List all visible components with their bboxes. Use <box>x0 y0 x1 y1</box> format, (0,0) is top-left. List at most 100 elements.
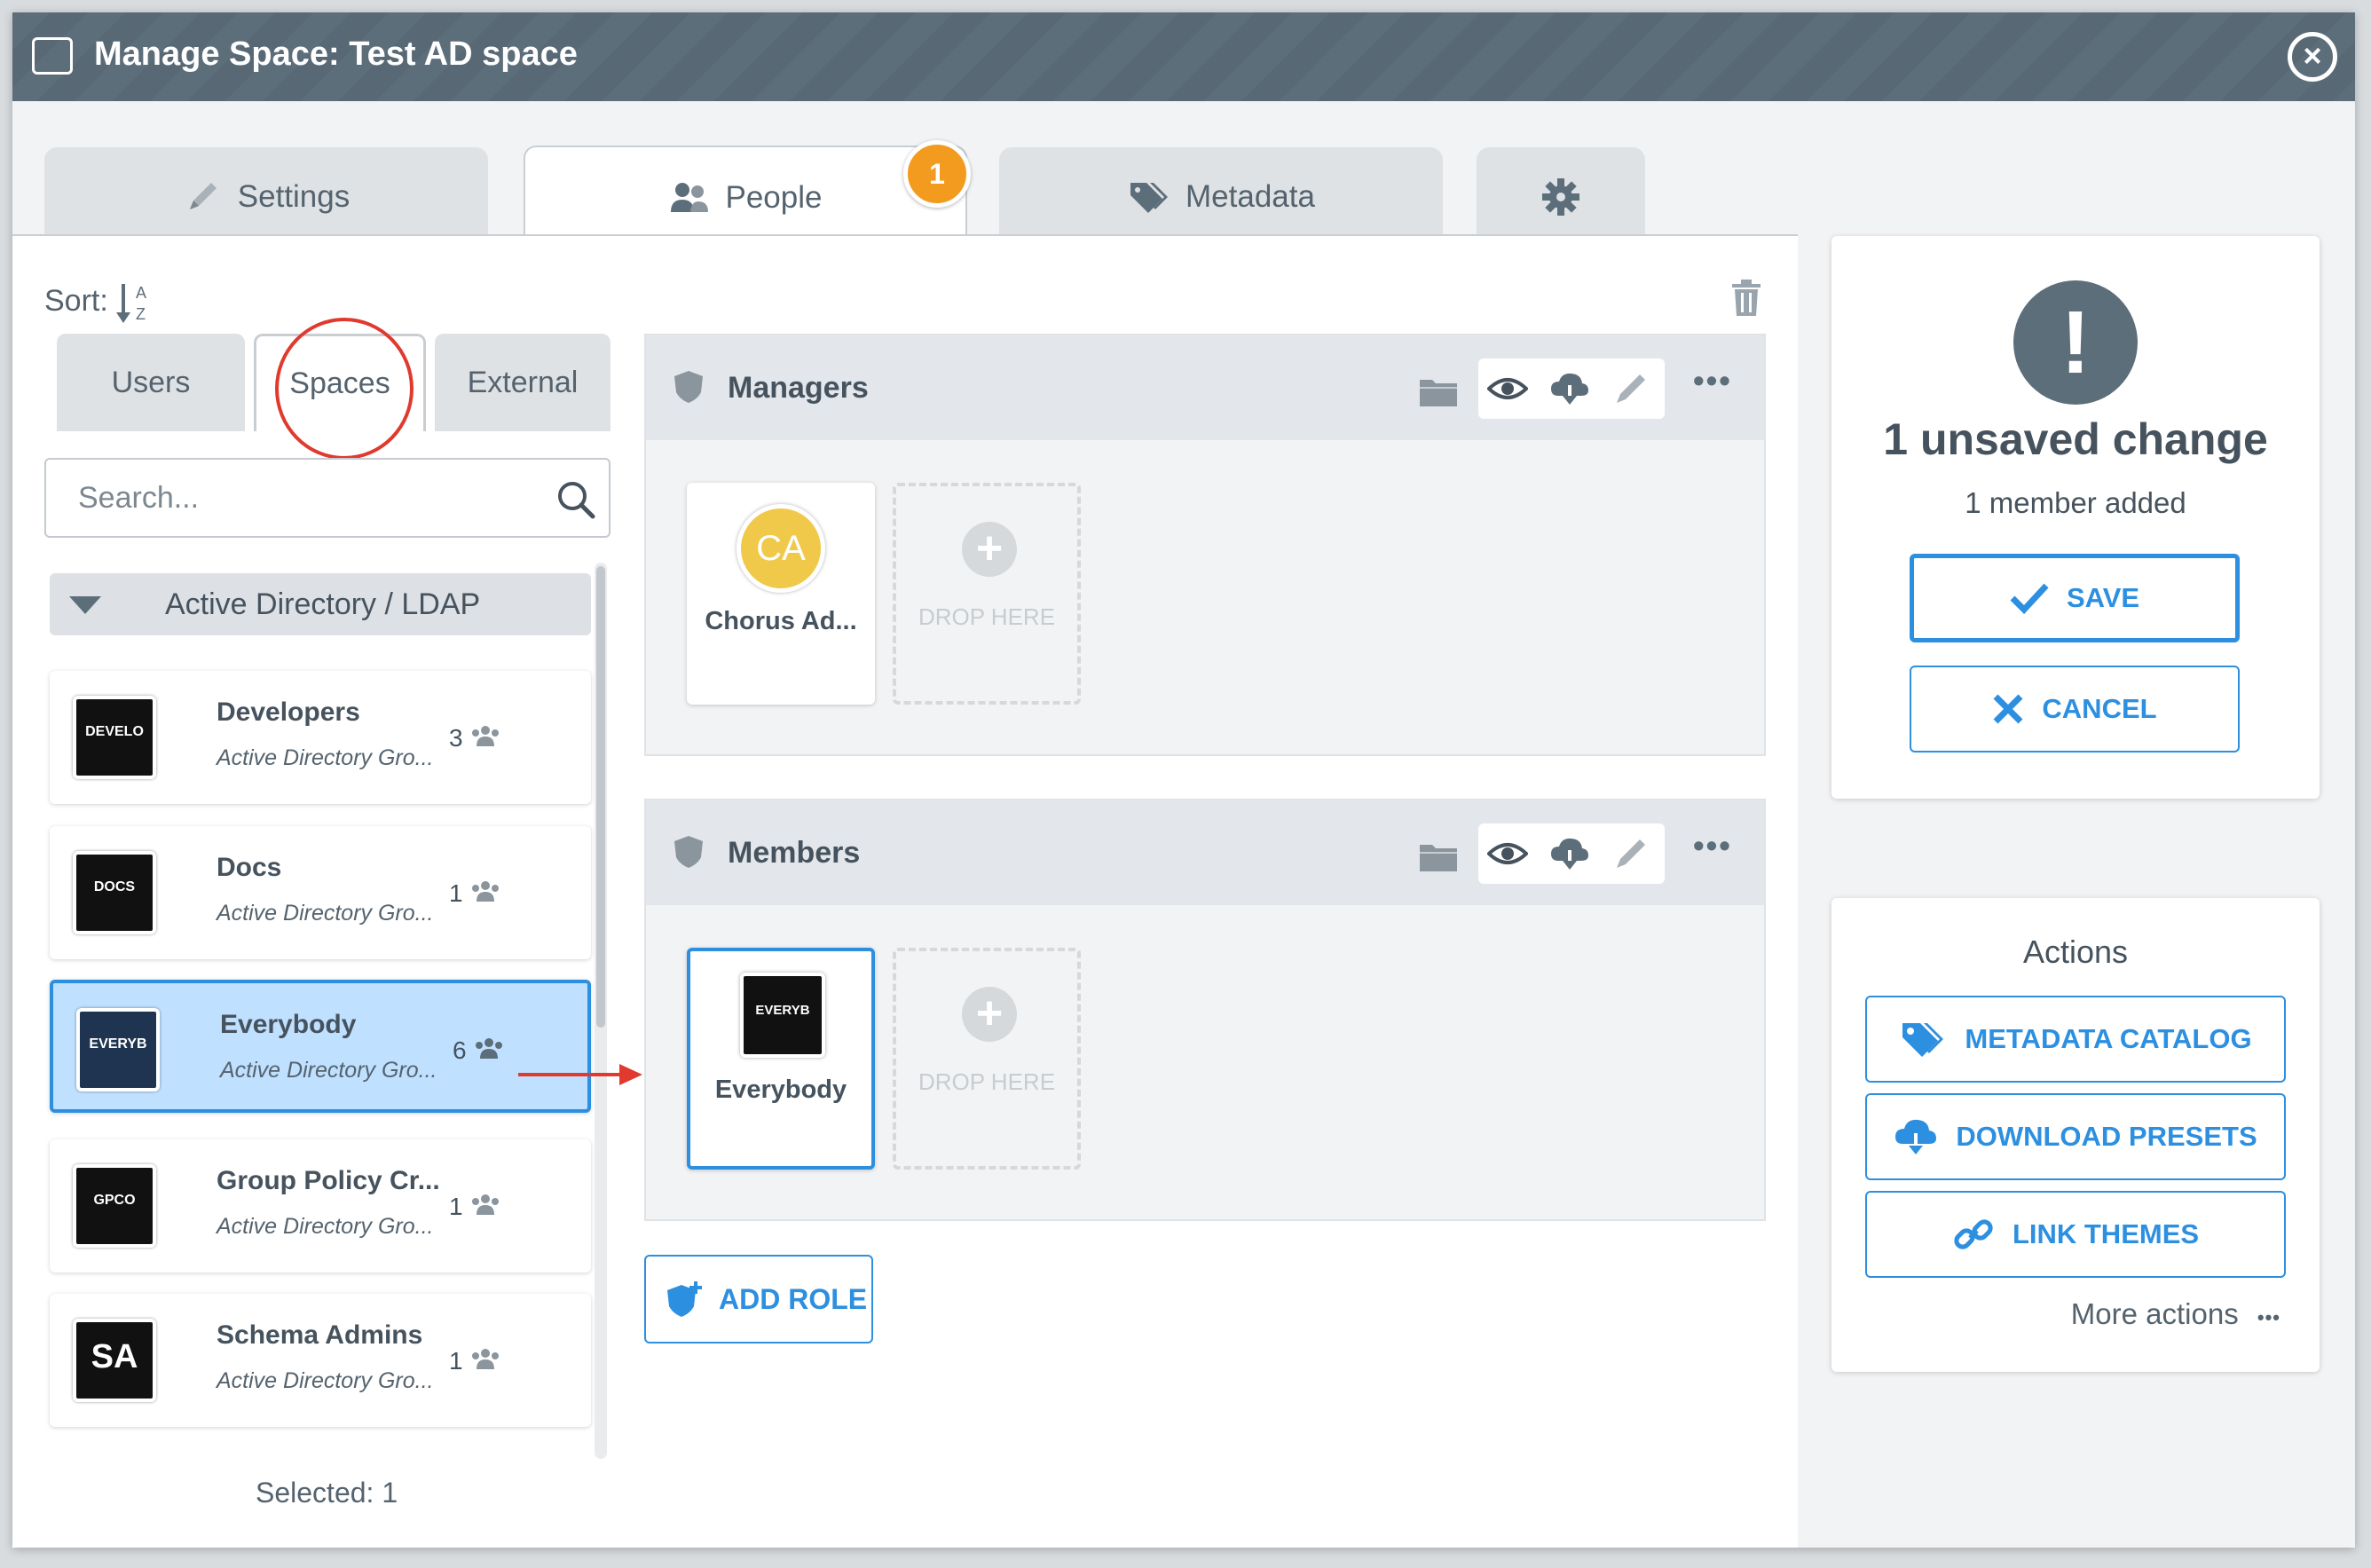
search-input[interactable]: Search... <box>44 458 610 538</box>
subtab-external-label: External <box>467 365 579 399</box>
item-count: 6 <box>453 1036 505 1065</box>
member-name: Everybody <box>714 1076 847 1104</box>
title-bar: Manage Space: Test AD space × <box>12 12 2355 101</box>
role-title: Managers <box>728 371 869 405</box>
search-icon[interactable] <box>555 479 596 520</box>
tab-metadata[interactable]: Metadata <box>999 147 1443 247</box>
chevron-down-icon <box>69 596 101 614</box>
shield-icon <box>674 371 703 403</box>
scrollbar-thumb[interactable] <box>596 566 605 1028</box>
sort-control[interactable]: Sort: AZ <box>44 280 155 325</box>
tab-gear[interactable] <box>1477 147 1645 247</box>
role-tools <box>1478 359 1665 419</box>
plus-icon: + <box>962 522 1017 577</box>
item-name: Developers <box>217 697 360 727</box>
tab-settings-label: Settings <box>237 179 351 214</box>
count-value: 3 <box>449 724 463 752</box>
member-card[interactable]: EVERYB Everybody <box>687 948 875 1170</box>
list-item[interactable]: DOCS Docs Active Directory Gro... 1 <box>50 826 591 959</box>
item-name: Everybody <box>220 1010 357 1039</box>
link-icon <box>1954 1219 1993 1249</box>
actions-panel: Actions METADATA CATALOG DOWNLOAD PRESET… <box>1831 898 2320 1372</box>
list-item[interactable]: SA Schema Admins Active Directory Gro...… <box>50 1294 591 1427</box>
pencil-icon[interactable] <box>1611 834 1650 873</box>
more-options-icon[interactable]: ••• <box>1693 362 1732 399</box>
group-icon <box>472 1349 500 1369</box>
cloud-download-icon[interactable] <box>1549 836 1590 871</box>
tab-settings[interactable]: Settings <box>44 147 488 247</box>
drop-zone[interactable]: + DROP HERE <box>893 483 1081 705</box>
count-value: 1 <box>449 1347 463 1375</box>
more-actions-label: More actions <box>2070 1297 2239 1330</box>
count-value: 1 <box>449 879 463 907</box>
svg-text:A: A <box>136 284 146 302</box>
annotation-arrow <box>518 1064 642 1085</box>
role-title: Members <box>728 836 861 870</box>
item-subtitle: Active Directory Gro... <box>220 1058 437 1083</box>
eye-icon[interactable] <box>1487 374 1528 403</box>
list-item[interactable]: DEVELO Developers Active Directory Gro..… <box>50 671 591 804</box>
pencil-icon[interactable] <box>1611 369 1650 408</box>
eye-icon[interactable] <box>1487 839 1528 868</box>
close-icon[interactable]: × <box>2288 32 2337 82</box>
metadata-catalog-button[interactable]: METADATA CATALOG <box>1865 996 2286 1083</box>
list-item-selected[interactable]: EVERYB Everybody Active Directory Gro...… <box>50 980 591 1113</box>
more-actions-link[interactable]: More actions ••• <box>2071 1297 2280 1331</box>
drop-zone-label: DROP HERE <box>918 1068 1056 1095</box>
tab-people[interactable]: People <box>524 146 967 248</box>
list-item[interactable]: GPCO Group Policy Cr... Active Directory… <box>50 1139 591 1273</box>
count-value: 1 <box>449 1193 463 1220</box>
subtab-users[interactable]: Users <box>57 334 245 431</box>
pencil-icon <box>189 183 217 209</box>
role-header: Managers ••• <box>646 335 1764 440</box>
more-options-icon[interactable]: ••• <box>1693 827 1732 864</box>
add-role-button[interactable]: ADD ROLE <box>644 1255 873 1343</box>
sort-label: Sort: <box>44 283 108 318</box>
link-themes-label: LINK THEMES <box>2012 1218 2200 1249</box>
people-window-icon <box>32 37 73 75</box>
drop-zone[interactable]: + DROP HERE <box>893 948 1081 1170</box>
unsaved-changes-panel: ! 1 unsaved change 1 member added SAVE C… <box>1831 236 2320 799</box>
tags-icon <box>1130 183 1169 213</box>
item-name: Schema Admins <box>217 1320 423 1350</box>
group-header-ldap[interactable]: Active Directory / LDAP <box>50 573 591 635</box>
item-count: 3 <box>449 724 501 752</box>
subtab-external[interactable]: External <box>435 334 610 431</box>
folder-icon[interactable] <box>1418 374 1459 408</box>
people-panel: Sort: AZ Users Spaces External Search...… <box>12 234 1798 1548</box>
selected-count: Selected: 1 <box>256 1477 398 1509</box>
avatar: CA <box>737 504 825 593</box>
group-thumbnail: EVERYB <box>740 973 825 1058</box>
trash-icon[interactable] <box>1730 279 1762 322</box>
item-count: 1 <box>449 1347 501 1375</box>
group-thumbnail: DOCS <box>73 851 156 934</box>
folder-icon[interactable] <box>1418 839 1459 873</box>
list-scrollbar[interactable] <box>595 563 607 1459</box>
close-icon <box>1993 694 2023 724</box>
item-subtitle: Active Directory Gro... <box>217 901 434 926</box>
cancel-button[interactable]: CANCEL <box>1910 666 2240 752</box>
tags-icon <box>1902 1023 1944 1057</box>
role-tools <box>1478 823 1665 884</box>
actions-title: Actions <box>2022 934 2129 970</box>
member-card[interactable]: CA Chorus Ad... <box>687 483 875 705</box>
group-icon <box>472 1194 500 1215</box>
plus-icon: + <box>962 987 1017 1042</box>
group-icon <box>472 726 500 746</box>
download-presets-button[interactable]: DOWNLOAD PRESETS <box>1865 1093 2286 1180</box>
link-themes-button[interactable]: LINK THEMES <box>1865 1191 2286 1278</box>
shield-plus-icon <box>667 1281 702 1317</box>
tab-people-label: People <box>725 180 823 215</box>
role-header: Members ••• <box>646 800 1764 905</box>
item-name: Group Policy Cr... <box>217 1166 440 1195</box>
save-button[interactable]: SAVE <box>1910 554 2240 642</box>
role-members: Members ••• EVERYB Everybody + DROP HERE <box>644 799 1766 1221</box>
sort-alpha-icon: AZ <box>116 284 146 323</box>
cloud-download-icon[interactable] <box>1549 371 1590 406</box>
item-count: 1 <box>449 1193 501 1221</box>
item-subtitle: Active Directory Gro... <box>217 745 434 770</box>
group-thumbnail: EVERYB <box>76 1008 160 1091</box>
item-count: 1 <box>449 879 501 908</box>
drop-zone-label: DROP HERE <box>918 603 1056 630</box>
add-role-label: ADD ROLE <box>719 1283 868 1315</box>
